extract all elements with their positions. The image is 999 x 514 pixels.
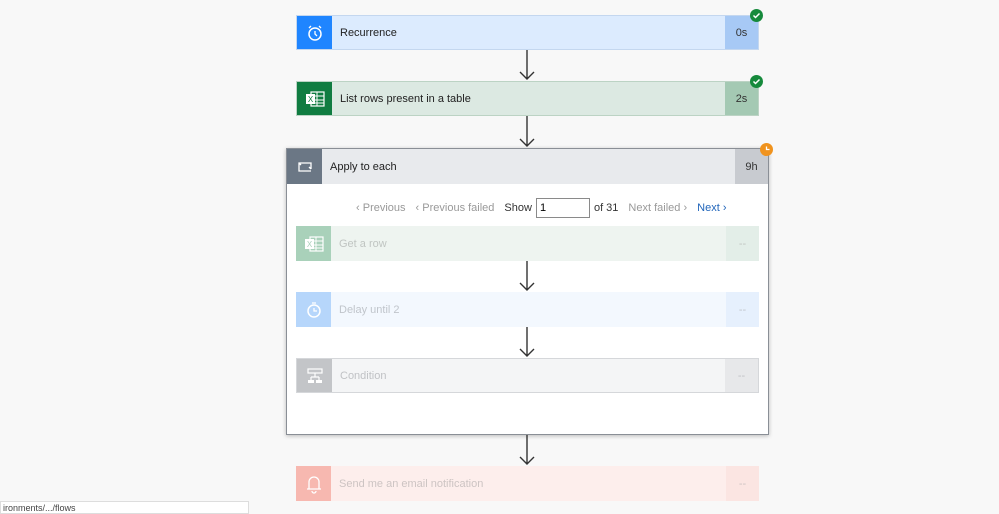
condition-icon bbox=[297, 359, 332, 392]
success-check-icon bbox=[750, 9, 763, 22]
next-button[interactable]: Next › bbox=[697, 202, 726, 214]
bell-icon bbox=[296, 466, 331, 501]
condition-step[interactable]: Condition -- bbox=[296, 358, 759, 393]
connector-arrow bbox=[519, 50, 535, 80]
success-check-icon bbox=[750, 75, 763, 88]
iteration-input[interactable] bbox=[535, 198, 590, 218]
next-failed-button[interactable]: Next failed › bbox=[628, 202, 687, 214]
step-duration: -- bbox=[726, 226, 759, 261]
excel-icon: X bbox=[297, 82, 332, 115]
step-title: Recurrence bbox=[332, 16, 725, 49]
iteration-count: of 31 bbox=[593, 202, 619, 214]
loop-icon bbox=[287, 149, 322, 184]
delay-step[interactable]: Delay until 2 -- bbox=[296, 292, 759, 327]
step-title: Delay until 2 bbox=[331, 292, 726, 327]
alarm-clock-icon bbox=[297, 16, 332, 49]
get-row-step[interactable]: X Get a row -- bbox=[296, 226, 759, 261]
previous-failed-button[interactable]: ‹ Previous failed bbox=[416, 202, 495, 214]
step-title: Condition bbox=[332, 359, 725, 392]
connector-arrow bbox=[519, 327, 535, 357]
step-title: List rows present in a table bbox=[332, 82, 725, 115]
timer-icon bbox=[296, 292, 331, 327]
excel-icon: X bbox=[296, 226, 331, 261]
show-label: Show bbox=[504, 202, 532, 214]
step-duration: -- bbox=[726, 292, 759, 327]
recurrence-step[interactable]: Recurrence 0s bbox=[296, 15, 759, 50]
iteration-pager: ‹ Previous ‹ Previous failed Show of 31 … bbox=[356, 198, 737, 218]
connector-arrow bbox=[519, 261, 535, 291]
connector-arrow bbox=[519, 116, 535, 147]
list-rows-step[interactable]: X List rows present in a table 2s bbox=[296, 81, 759, 116]
step-duration: -- bbox=[726, 466, 759, 501]
step-title: Send me an email notification bbox=[331, 466, 726, 501]
previous-button[interactable]: ‹ Previous bbox=[356, 202, 406, 214]
apply-to-each-header[interactable]: Apply to each 9h bbox=[287, 149, 768, 184]
svg-text:X: X bbox=[306, 240, 312, 249]
step-duration: -- bbox=[725, 359, 758, 392]
status-bar-url: ironments/.../flows bbox=[0, 501, 249, 514]
step-title: Get a row bbox=[331, 226, 726, 261]
step-title: Apply to each bbox=[322, 149, 735, 184]
running-clock-icon bbox=[760, 143, 773, 156]
email-notification-step[interactable]: Send me an email notification -- bbox=[296, 466, 759, 501]
connector-arrow bbox=[519, 435, 535, 465]
svg-text:X: X bbox=[307, 95, 313, 104]
